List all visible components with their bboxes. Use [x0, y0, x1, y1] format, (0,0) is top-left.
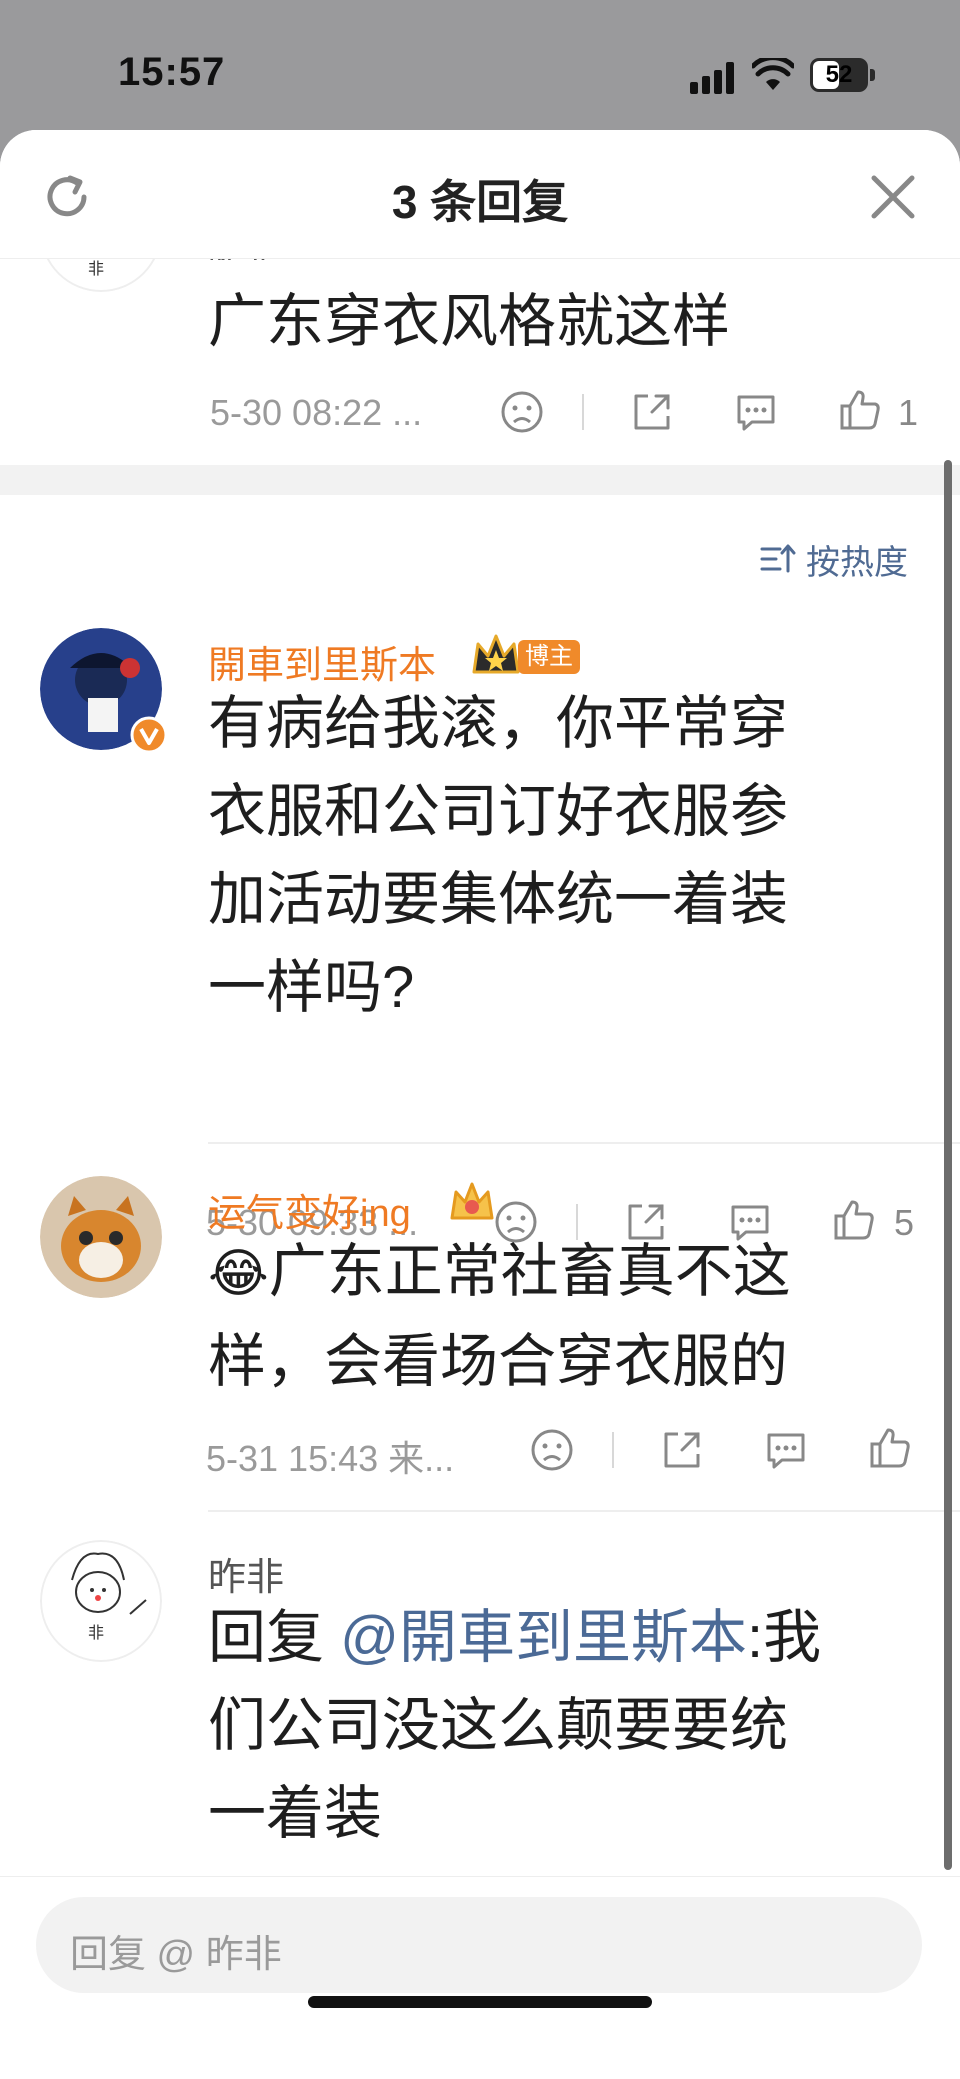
status-bar: 15:57 52 — [0, 0, 960, 130]
parent-meta-row: 5-30 08:22 ... 1 — [0, 382, 960, 442]
scrollbar[interactable] — [944, 460, 952, 1870]
sheet-title: 3 条回复 — [391, 176, 569, 228]
reply-text-line: 有病给我滚，你平常穿 — [208, 691, 789, 756]
cellular-signal-icon — [690, 62, 734, 94]
reply-text-line: 回复 @開車到里斯本:我 — [208, 1594, 928, 1682]
like-icon[interactable] — [838, 388, 882, 432]
reply-text-span: 广东正常社畜真不这 — [268, 1239, 791, 1304]
reply-bar: 回复 @ 昨非 — [0, 1876, 960, 2079]
section-divider — [0, 465, 960, 495]
crown-icon — [472, 634, 520, 674]
like-count: 1 — [898, 392, 919, 433]
svg-text:非: 非 — [88, 259, 104, 278]
reply-text: 😂广东正常社畜真不这 样，会看场合穿衣服的 — [208, 1228, 908, 1406]
verified-badge-icon — [130, 716, 168, 754]
reply-text-line: 样，会看场合穿衣服的 — [208, 1329, 789, 1394]
laugh-cry-emoji: 😂 — [208, 1244, 269, 1304]
row-separator — [208, 1510, 960, 1512]
dislike-icon[interactable] — [530, 1428, 574, 1472]
reply-meta-row: 5-31 15:43 来... — [0, 1420, 960, 1480]
replies-sheet: 3 条回复 非 昨非 广东穿衣风格就这样 5-30 08:22 ... — [0, 130, 960, 2079]
reply-text-line: 衣服和公司订好衣服参 — [208, 779, 789, 844]
reply-text-line: 一着装 — [208, 1781, 383, 1846]
home-indicator[interactable] — [308, 1996, 652, 2008]
share-icon[interactable] — [660, 1428, 704, 1472]
sheet-header: 3 条回复 — [0, 130, 960, 259]
parent-time: 5-30 08:22 ... — [210, 392, 423, 433]
battery-level: 52 — [825, 61, 853, 88]
reply-text: 有病给我滚，你平常穿 衣服和公司订好衣服参 加活动要集体统一着装 一样吗? — [208, 680, 908, 1032]
crown-icon — [450, 1182, 494, 1220]
divider — [612, 1432, 614, 1468]
reply-text: 回复 @開車到里斯本:我 们公司没这么颠要要统 一着装 — [208, 1594, 928, 1858]
dislike-icon[interactable] — [500, 390, 544, 434]
avatar[interactable]: 非 — [40, 1540, 162, 1662]
reply-text-line: 们公司没这么颠要要统 — [208, 1693, 789, 1758]
mention-link[interactable]: @開車到里斯本 — [340, 1605, 747, 1670]
reply-input[interactable]: 回复 @ 昨非 — [36, 1897, 922, 1993]
parent-comment-text: 广东穿衣风格就这样 — [208, 289, 731, 354]
share-icon[interactable] — [630, 390, 674, 434]
divider — [582, 394, 584, 430]
like-icon[interactable] — [868, 1426, 912, 1470]
avatar[interactable] — [40, 1176, 162, 1298]
sort-label: 按热度 — [806, 544, 908, 582]
reply-text-line: 一样吗? — [208, 955, 415, 1020]
reply-text-line: 😂广东正常社畜真不这 — [208, 1228, 908, 1318]
comment-icon[interactable] — [734, 390, 778, 434]
reply-text-line: 加活动要集体统一着装 — [208, 867, 789, 932]
row-separator — [208, 1142, 960, 1144]
reply-username[interactable]: 昨非 — [208, 1546, 284, 1601]
reply-text-span: :我 — [747, 1605, 822, 1670]
close-icon[interactable] — [870, 174, 916, 220]
reply-time: 5-31 15:43 来... — [206, 1438, 455, 1479]
blogger-badge: 博主 — [518, 640, 580, 674]
reply-placeholder: 回复 @ 昨非 — [70, 1934, 282, 1976]
battery-icon: 52 — [810, 58, 876, 92]
reply-prefix: 回复 — [208, 1605, 325, 1670]
status-time: 15:57 — [118, 50, 226, 94]
comment-icon[interactable] — [764, 1428, 808, 1472]
sort-icon — [760, 544, 796, 573]
svg-text:非: 非 — [88, 1623, 104, 1642]
wifi-icon — [752, 58, 794, 90]
sort-button[interactable]: 按热度 — [760, 535, 920, 585]
